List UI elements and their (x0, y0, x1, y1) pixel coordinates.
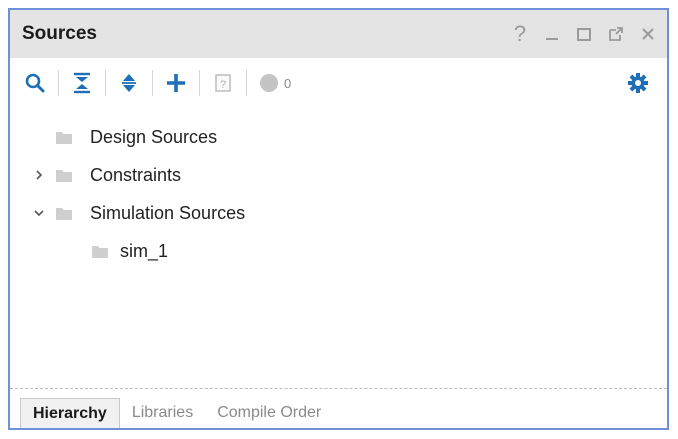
source-tree: Design Sources Constraints Simulation So… (10, 118, 667, 270)
status-count: 0 (259, 73, 291, 93)
tree-item-label: Simulation Sources (90, 202, 246, 223)
folder-icon (56, 207, 72, 220)
toolbar-separator (105, 70, 106, 96)
panel-title: Sources (22, 23, 97, 44)
close-icon[interactable] (639, 24, 657, 44)
chevron-right-icon[interactable] (32, 168, 46, 182)
minimize-icon[interactable] (543, 24, 561, 44)
window-controls: ? (511, 10, 657, 58)
tree-item-label: Design Sources (90, 126, 218, 147)
status-count-value: 0 (284, 75, 292, 91)
tree-item-simulation-sources[interactable]: Simulation Sources (10, 194, 667, 232)
tab-compile-order[interactable]: Compile Order (205, 398, 333, 428)
tabs-divider (10, 388, 667, 389)
folder-icon (56, 169, 72, 182)
collapse-all-icon[interactable] (67, 68, 97, 98)
gear-icon[interactable] (623, 68, 653, 98)
sources-toolbar: ? 0 (10, 58, 667, 108)
toolbar-separator (152, 70, 153, 96)
add-icon[interactable] (161, 68, 191, 98)
svg-text:?: ? (220, 79, 226, 91)
toolbar-separator (58, 70, 59, 96)
chevron-down-icon[interactable] (32, 206, 46, 220)
tree-item-sim-1[interactable]: sim_1 (10, 232, 667, 270)
tree-item-constraints[interactable]: Constraints (10, 156, 667, 194)
panel-titlebar: Sources ? (10, 10, 667, 58)
float-icon[interactable] (607, 24, 625, 44)
tree-item-design-sources[interactable]: Design Sources (10, 118, 667, 156)
sources-panel: Sources ? ? 0 Design Sources Constraints… (8, 8, 669, 430)
expand-all-icon[interactable] (114, 68, 144, 98)
maximize-icon[interactable] (575, 24, 593, 44)
tree-item-label: sim_1 (120, 240, 169, 261)
tab-libraries[interactable]: Libraries (120, 398, 205, 428)
unknown-file-icon[interactable]: ? (208, 68, 238, 98)
folder-icon (92, 245, 108, 258)
status-dot-icon (260, 74, 278, 92)
tab-hierarchy[interactable]: Hierarchy (20, 397, 120, 428)
search-icon[interactable] (20, 68, 50, 98)
bottom-tabs: Hierarchy Libraries Compile Order (20, 397, 333, 428)
help-icon[interactable]: ? (511, 23, 529, 45)
folder-icon (56, 131, 72, 144)
toolbar-separator (199, 70, 200, 96)
tree-item-label: Constraints (90, 164, 182, 185)
toolbar-separator (246, 70, 247, 96)
